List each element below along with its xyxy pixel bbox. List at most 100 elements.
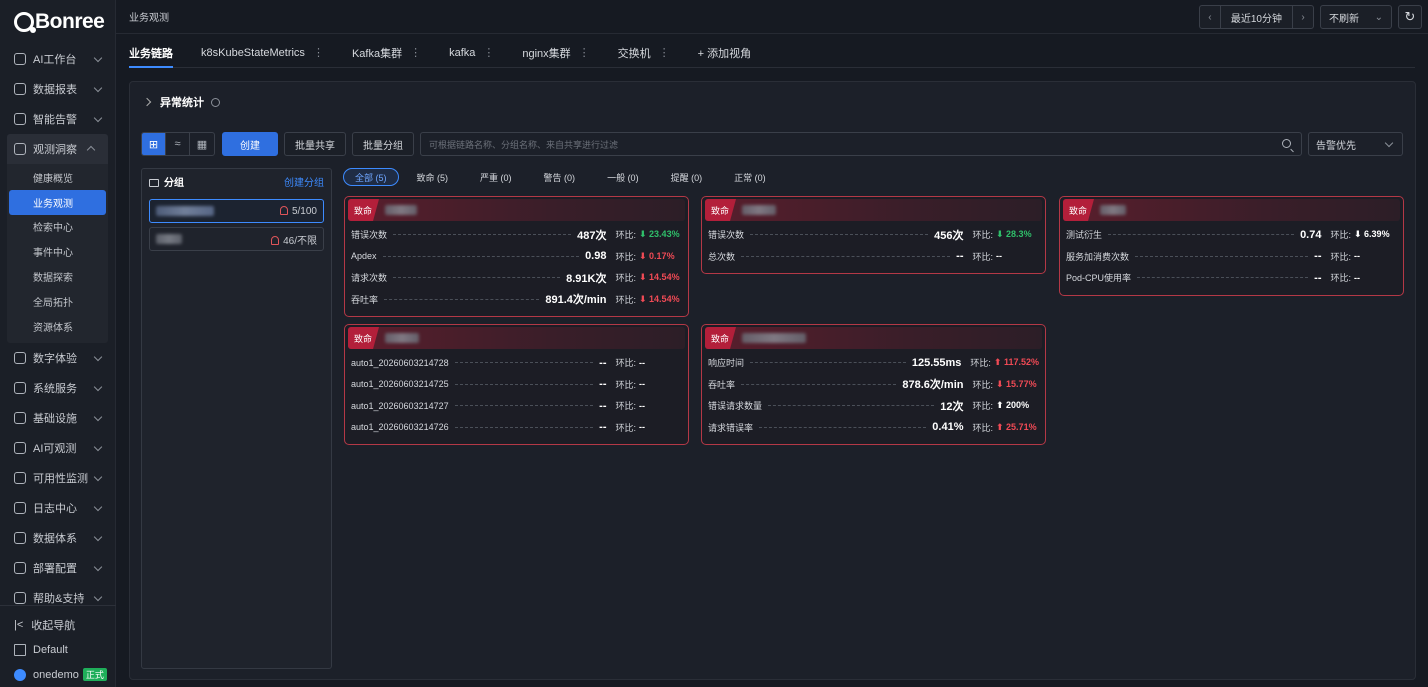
metric-name: Pod-CPU使用率 [1066,273,1132,284]
tab-business-chain[interactable]: 业务链路 [129,38,173,68]
tab-switch[interactable]: 交换机 ⋮ [618,38,670,67]
subnav-explore[interactable]: 数据探索 [7,264,108,289]
flow-icon: ≈ [174,138,181,150]
subnav-insight: 健康概览 业务观测 检索中心 事件中心 数据探索 全局拓扑 资源体系 [7,164,108,343]
leader-line [384,298,540,300]
add-view-button[interactable]: + 添加视角 [698,38,751,67]
more-icon[interactable]: ⋮ [579,46,590,59]
group-list-header: 分组 创建分组 [142,169,331,193]
subnav-health[interactable]: 健康概览 [7,165,108,190]
change-value: 15.77% [1006,378,1037,389]
tab-kafka-cluster[interactable]: Kafka集群 ⋮ [352,38,421,67]
prev-icon[interactable]: ‹ [1200,12,1220,23]
filter-all[interactable]: 全部 (5) [343,168,399,186]
filter-normal-level[interactable]: 一般 (0) [591,168,655,186]
compare-label: 环比: [615,358,636,369]
subnav-search[interactable]: 检索中心 [7,215,108,240]
metric-name: 请求次数 [351,273,388,284]
search-icon[interactable] [1282,139,1291,148]
brand-name: Bonree [35,10,105,33]
workspace-switcher[interactable]: Default [0,637,116,662]
sidebar-item-insight[interactable]: 观测洞察 [7,134,108,164]
table-view-button[interactable]: ▦ [190,133,214,155]
filter-critical[interactable]: 严重 (0) [464,168,528,186]
leader-line [1137,277,1309,279]
user-menu[interactable]: onedemo 正式 [0,662,116,687]
compare-change: ⬇ 14.54% [639,272,682,283]
leader-line [741,255,951,257]
batch-share-button[interactable]: 批量共享 [284,132,346,156]
sidebar-item-reports[interactable]: 数据报表 [0,74,115,104]
sidebar-item-ai-workbench[interactable]: AI工作台 [0,44,115,74]
card-view-button[interactable]: ⊞ [142,133,166,155]
metric-name: 总次数 [708,251,736,262]
chain-card[interactable]: 致命 错误次数 487次 环比: ⬇ 23.43% Apdex 0.98 环比: ⬇ 0.17%… [344,196,689,317]
tab-nginx[interactable]: nginx集群 ⋮ [522,38,589,67]
sidebar-item-digital[interactable]: 数字体验 [0,343,115,373]
subnav-events[interactable]: 事件中心 [7,239,108,264]
sort-select[interactable]: 告警优先 [1308,132,1403,156]
compare-label: 环比: [615,294,636,305]
more-icon[interactable]: ⋮ [410,46,421,59]
arrow-down-icon: ⬇ [639,293,650,304]
next-icon[interactable]: › [1293,12,1313,23]
compare-label: 环比: [615,251,636,262]
workspace-label: Default [33,643,68,656]
refresh-icon: ↻ [1404,9,1416,24]
compare-label: 环比: [970,358,991,369]
group-item[interactable]: 5/100 [149,199,324,223]
tab-k8s[interactable]: k8sKubeStateMetrics ⋮ [201,38,324,67]
sidebar-item-alerts[interactable]: 智能告警 [0,104,115,134]
chain-card[interactable]: 致命 错误次数 456次 环比: ⬇ 28.3% 总次数 -- 环比: -- [701,196,1046,274]
tab-kafka[interactable]: kafka ⋮ [449,38,494,67]
leader-line [382,255,580,257]
subnav-topology[interactable]: 全局拓扑 [7,289,108,314]
more-icon[interactable]: ⋮ [483,46,494,59]
sidebar-item-data[interactable]: 数据体系 [0,523,115,553]
topology-view-button[interactable]: ≈ [166,133,190,155]
sidebar-item-label: AI可观测 [33,442,77,455]
compare-label: 环比: [615,230,636,241]
chain-card[interactable]: 致命 auto1_20260603214728 -- 环比: -- auto1_20260… [344,324,689,445]
search-input[interactable]: 可根据链路名称、分组名称、来自共享进行过滤 [420,132,1302,156]
gear-icon[interactable] [211,97,220,107]
filter-fatal[interactable]: 致命 (5) [401,168,465,186]
metric-name: 请求错误率 [708,422,754,433]
time-range-label[interactable]: 最近10分钟 [1219,6,1293,28]
batch-group-button[interactable]: 批量分组 [352,132,414,156]
change-value: 23.43% [649,229,680,240]
subnav-business[interactable]: 业务观测 [9,189,106,215]
filter-notice[interactable]: 提醒 (0) [655,168,719,186]
filter-warning[interactable]: 警告 (0) [528,168,592,186]
sidebar-item-label: AI工作台 [33,54,77,66]
sidebar-item-services[interactable]: 系统服务 [0,373,115,403]
chain-card[interactable]: 致命 响应时间 125.55ms 环比: ⬆ 117.52% 吞吐率 878.6次/min 环… [701,324,1046,445]
metric-name: 错误次数 [351,230,388,241]
panel-header[interactable]: 异常统计 [142,94,220,110]
card-metrics: 测试衍生 0.74 环比: ⬇ 6.39% 服务加消费次数 -- 环比: -- Pod-CPU使… [1063,221,1400,295]
refresh-select[interactable]: 不刷新 ⌄ [1320,5,1392,29]
sidebar-item-ai-observe[interactable]: AI可观测 [0,433,115,463]
report-icon [14,83,26,95]
create-button[interactable]: 创建 [222,132,278,156]
logo-mark-icon [14,12,36,33]
chain-card[interactable]: 致命 测试衍生 0.74 环比: ⬇ 6.39% 服务加消费次数 -- 环比: -- Pod-CP… [1059,196,1404,296]
sidebar-item-infra[interactable]: 基础设施 [0,403,115,433]
sidebar-item-logs[interactable]: 日志中心 [0,493,115,523]
subnav-resources[interactable]: 资源体系 [7,314,108,339]
brand-logo[interactable]: Bonree [0,0,115,44]
change-value: 28.3% [1006,229,1032,240]
compare-label: 环比: [972,422,993,433]
sidebar-item-deploy[interactable]: 部署配置 [0,553,115,583]
time-range-picker[interactable]: ‹ 最近10分钟 › [1198,5,1314,29]
refresh-button[interactable]: ↻ [1398,5,1422,29]
more-icon[interactable]: ⋮ [313,46,324,59]
metric-value: -- [1314,250,1322,263]
filter-ok[interactable]: 正常 (0) [718,168,782,186]
group-item[interactable]: 46/不限 [149,227,324,251]
sidebar-item-availability[interactable]: 可用性监测 [0,463,115,493]
compare-change: ⬆ 25.71% [996,422,1039,433]
collapse-nav-button[interactable]: |< 收起导航 [0,612,116,637]
create-group-link[interactable]: 创建分组 [284,174,324,189]
more-icon[interactable]: ⋮ [659,46,670,59]
